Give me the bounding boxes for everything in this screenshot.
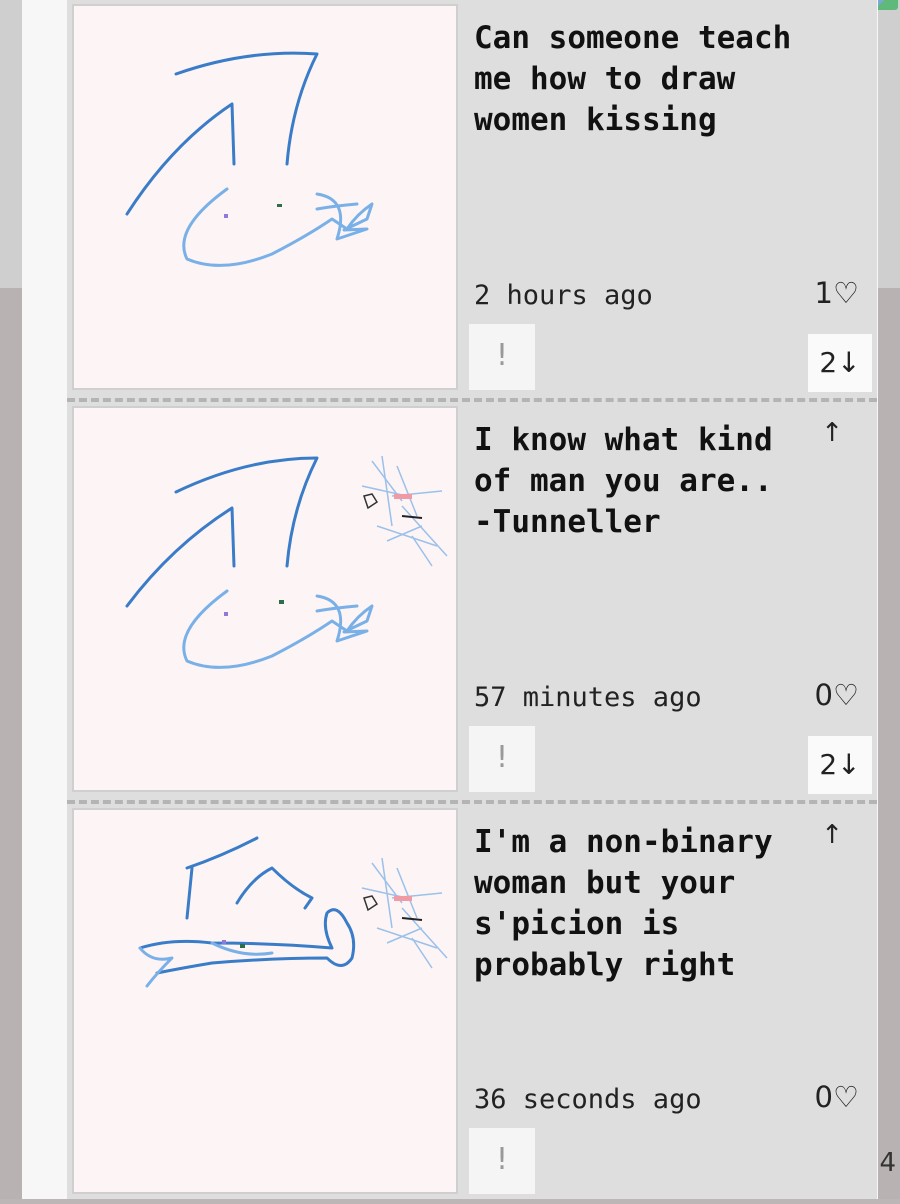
drawing-canvas xyxy=(125,455,448,669)
scroll-up-arrow[interactable]: ↑ xyxy=(821,418,843,448)
post-timestamp: 2 hours ago xyxy=(474,280,653,311)
report-button[interactable]: ! xyxy=(469,1128,535,1194)
post-card: Can someone teach me how to draw women k… xyxy=(67,0,877,400)
post-caption: Can someone teach me how to draw women k… xyxy=(474,20,810,138)
post-feed: Can someone teach me how to draw women k… xyxy=(67,0,877,1199)
scroll-up-arrow[interactable]: ↑ xyxy=(821,820,843,850)
replies-button[interactable]: 2↓ xyxy=(808,334,872,392)
post-timestamp: 36 seconds ago xyxy=(474,1084,702,1115)
post-timestamp: 57 minutes ago xyxy=(474,682,702,713)
report-button[interactable]: ! xyxy=(469,324,535,390)
drawing-thumbnail[interactable] xyxy=(72,4,458,390)
drawing-thumbnail[interactable] xyxy=(72,406,458,792)
post-card: I know what kind of man you are.. -Tunne… xyxy=(67,398,877,802)
like-button[interactable]: 0♡ xyxy=(815,1080,859,1114)
post-caption: I know what kind of man you are.. -Tunne… xyxy=(474,422,792,540)
like-button[interactable]: 0♡ xyxy=(815,678,859,712)
background-left xyxy=(0,288,22,1199)
background-right xyxy=(878,288,900,1199)
like-button[interactable]: 1♡ xyxy=(815,276,859,310)
post-card: I'm a non-binary woman but your s'picion… xyxy=(67,800,877,1204)
post-divider xyxy=(67,800,877,804)
main-column: Can someone teach me how to draw women k… xyxy=(22,0,878,1199)
post-divider xyxy=(67,398,877,402)
replies-button[interactable]: 2↓ xyxy=(808,736,872,794)
drawing-canvas xyxy=(125,51,374,267)
drawing-thumbnail[interactable] xyxy=(72,808,458,1194)
drawing-canvas xyxy=(138,836,448,988)
report-button[interactable]: ! xyxy=(469,726,535,792)
post-caption: I'm a non-binary woman but your s'picion… xyxy=(474,824,792,983)
page-number[interactable]: 4 xyxy=(879,1148,896,1178)
